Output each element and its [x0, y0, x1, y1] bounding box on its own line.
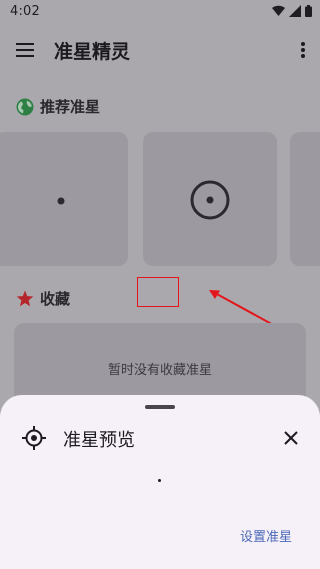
favorites-title: 收藏: [40, 290, 71, 308]
preview-bottom-sheet: 准星预览 设置准星: [0, 395, 320, 569]
globe-icon: [16, 98, 34, 116]
favorites-header: 收藏: [16, 288, 70, 309]
close-icon[interactable]: [284, 430, 298, 449]
menu-icon[interactable]: [15, 41, 35, 59]
reticle-card-circle-dot[interactable]: [143, 132, 277, 266]
sheet-title: 准星预览: [63, 430, 135, 451]
battery-icon: [305, 5, 312, 17]
highlight-box-annotation: [137, 277, 179, 307]
more-vert-icon[interactable]: [300, 41, 306, 59]
status-icons: [272, 5, 312, 17]
crosshair-icon: [22, 426, 46, 454]
reticle-preview-dot: [158, 479, 161, 482]
reticle-card-partial[interactable]: [290, 132, 320, 266]
circle-dot-reticle-icon: [190, 180, 230, 220]
favorites-empty-message: 暂时没有收藏准星: [107, 363, 212, 378]
signal-icon: [289, 5, 301, 17]
dot-reticle-icon: [57, 197, 65, 205]
star-icon: [16, 290, 34, 307]
recommended-title: 推荐准星: [40, 98, 101, 116]
recommended-header: 推荐准星: [16, 96, 100, 117]
reticle-card-dot[interactable]: [0, 132, 128, 266]
set-reticle-button[interactable]: 设置准星: [240, 526, 292, 545]
recommended-carousel[interactable]: [0, 132, 320, 266]
app-title: 准星精灵: [54, 41, 131, 63]
status-time: 4:02: [10, 4, 40, 19]
wifi-icon: [272, 5, 285, 17]
status-bar: 4:02: [0, 0, 320, 24]
drag-handle[interactable]: [145, 405, 175, 409]
app-bar: 准星精灵: [0, 24, 320, 76]
